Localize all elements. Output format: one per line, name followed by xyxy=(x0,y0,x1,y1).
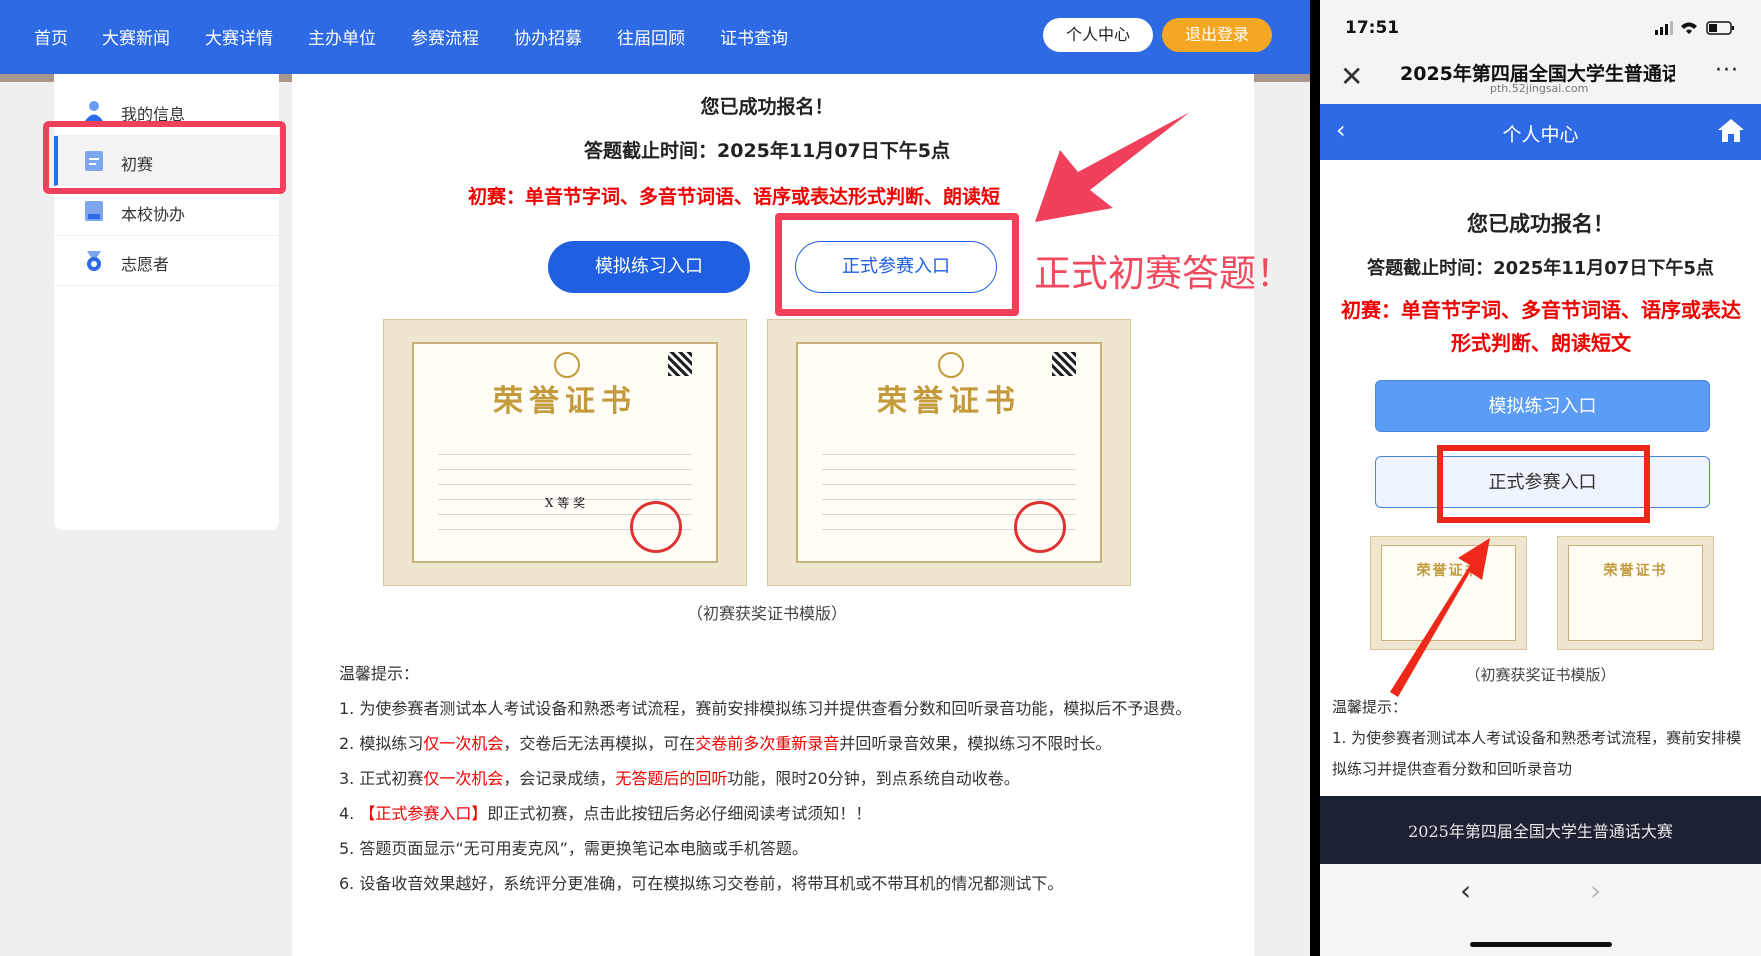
mobile-footer-text: 2025年第四届全国大学生普通话大赛 xyxy=(1408,822,1673,841)
practice-entry-button[interactable]: 模拟练习入口 xyxy=(548,241,750,293)
browser-title-bar: ✕ 2025年第四届全国大学生普通话大 pth.52jingsai.com ··… xyxy=(1320,50,1761,104)
mobile-certificate-title: 荣誉证书 xyxy=(1603,563,1668,579)
mobile-practice-entry-button[interactable]: 模拟练习入口 xyxy=(1375,380,1710,432)
sidebar-item-label: 志愿者 xyxy=(121,255,170,274)
mobile-highlight-box xyxy=(1437,445,1650,523)
nav-details[interactable]: 大赛详情 xyxy=(205,24,273,49)
mobile-tips: 温馨提示： 1. 为使参赛者测试本人考试设备和熟悉考试流程，赛前安排模拟练习并提… xyxy=(1332,692,1752,785)
tips-section: 温馨提示： 1. 为使参赛者测试本人考试设备和熟悉考试流程，赛前安排模拟练习并提… xyxy=(339,656,1209,901)
certificate-title: 荣誉证书 xyxy=(493,384,637,419)
tip-5: 5. 答题页面显示“无可用麦克风”，需更换笔记本电脑或手机答题。 xyxy=(339,839,808,858)
qr-code-icon xyxy=(668,352,692,376)
nav-organizer[interactable]: 主办单位 xyxy=(308,24,376,49)
mobile-scope-text: 初赛：单音节字词、多音节词语、语序或表达形式判断、朗读短文 xyxy=(1341,298,1741,355)
school-icon xyxy=(85,201,103,221)
browser-bottom-bar: ‹ › xyxy=(1320,864,1761,956)
certificate-sample: 荣誉证书 xyxy=(767,319,1131,586)
seal-icon xyxy=(630,501,682,553)
mobile-header: ‹ 个人中心 xyxy=(1320,104,1761,160)
certificate-title: 荣誉证书 xyxy=(877,384,1021,419)
annotation-text: 正式初赛答题！ xyxy=(1034,252,1293,295)
mobile-body: 您已成功报名！ 答题截止时间：2025年11月07日下午5点 初赛：单音节字词、… xyxy=(1320,160,1761,796)
tip-3: 3. 正式初赛仅一次机会，会记录成绩，无答题后的回听功能，限时20分钟，到点系统… xyxy=(339,769,1020,788)
mobile-certificate-caption: （初赛获奖证书模版） xyxy=(1465,666,1616,684)
browser-domain: pth.52jingsai.com xyxy=(1490,82,1589,95)
mobile-screenshot: 17:51 ✕ 2025年第四届全国大学生普通话大 pth.52jingsai.… xyxy=(1320,0,1761,956)
tip-6: 6. 设备收音效果越好，系统评分更准确，可在模拟练习交卷前，将带耳机或不带耳机的… xyxy=(339,874,1064,893)
personal-center-button[interactable]: 个人中心 xyxy=(1043,18,1153,52)
browser-forward-icon[interactable]: › xyxy=(1590,874,1601,907)
emblem-icon xyxy=(938,352,964,378)
qr-code-icon xyxy=(1052,352,1076,376)
mobile-certificate-sample: 荣誉证书 xyxy=(1557,536,1714,650)
seal-icon xyxy=(1014,501,1066,553)
home-indicator xyxy=(1470,942,1612,947)
mobile-certificate-title: 荣誉证书 xyxy=(1416,563,1481,579)
signal-wifi-battery-icon xyxy=(1655,21,1734,35)
status-time: 17:51 xyxy=(1345,18,1400,38)
sidebar-item-volunteer[interactable]: 志愿者 xyxy=(54,236,279,286)
mobile-page-title: 您已成功报名！ xyxy=(1467,212,1614,236)
tips-title: 温馨提示： xyxy=(339,664,420,683)
mobile-footer: 2025年第四届全国大学生普通话大赛 xyxy=(1320,796,1761,864)
mobile-header-title: 个人中心 xyxy=(1502,124,1579,146)
mobile-tips-title: 温馨提示： xyxy=(1332,698,1408,716)
mobile-deadline-text: 答题截止时间：2025年11月07日下午5点 xyxy=(1367,258,1714,279)
page-title: 您已成功报名！ xyxy=(700,96,834,118)
nav-review[interactable]: 往届回顾 xyxy=(617,24,685,49)
deadline-text: 答题截止时间：2025年11月07日下午5点 xyxy=(584,140,950,162)
close-icon[interactable]: ✕ xyxy=(1340,60,1363,93)
desktop-screenshot: 首页 大赛新闻 大赛详情 主办单位 参赛流程 协办招募 往届回顾 证书查询 个人… xyxy=(0,0,1310,956)
logout-button[interactable]: 退出登录 xyxy=(1162,18,1272,52)
nav-home[interactable]: 首页 xyxy=(34,24,68,49)
user-icon xyxy=(85,101,103,121)
status-bar: 17:51 xyxy=(1320,0,1761,50)
more-icon[interactable]: ··· xyxy=(1715,58,1739,83)
scope-text: 初赛：单音节字词、多音节词语、语序或表达形式判断、朗读短 xyxy=(468,186,1001,208)
nav-news[interactable]: 大赛新闻 xyxy=(102,24,170,49)
main-content: 您已成功报名！ 答题截止时间：2025年11月07日下午5点 初赛：单音节字词、… xyxy=(292,74,1254,956)
nav-co-organizer[interactable]: 协办招募 xyxy=(514,24,582,49)
tip-4: 4. 【正式参赛入口】即正式初赛，点击此按钮后务必仔细阅读考试须知！！ xyxy=(339,804,872,823)
highlight-box-preliminary xyxy=(43,121,286,194)
medal-icon xyxy=(87,251,101,271)
tip-1: 1. 为使参赛者测试本人考试设备和熟悉考试流程，赛前安排模拟练习并提供查看分数和… xyxy=(339,699,1192,718)
home-icon[interactable] xyxy=(1717,117,1745,143)
mobile-certificate-sample: 荣誉证书 xyxy=(1370,536,1527,650)
sidebar-item-label: 本校协办 xyxy=(121,205,186,224)
mobile-tip-1: 1. 为使参赛者测试本人考试设备和熟悉考试流程，赛前安排模拟练习并提供查看分数和… xyxy=(1332,729,1742,778)
certificate-caption: （初赛获奖证书模版） xyxy=(686,604,847,623)
nav-process[interactable]: 参赛流程 xyxy=(411,24,479,49)
nav-certificate[interactable]: 证书查询 xyxy=(720,24,788,49)
tip-2: 2. 模拟练习仅一次机会，交卷后无法再模拟，可在交卷前多次重新录音并回听录音效果… xyxy=(339,734,1112,753)
certificate-sample: 荣誉证书 X 等 奖 xyxy=(383,319,747,586)
highlight-box-formal-entry xyxy=(775,213,1019,316)
emblem-icon xyxy=(554,352,580,378)
top-navigation: 首页 大赛新闻 大赛详情 主办单位 参赛流程 协办招募 往届回顾 证书查询 个人… xyxy=(0,0,1310,74)
browser-back-icon[interactable]: ‹ xyxy=(1460,874,1471,907)
divider xyxy=(1310,0,1320,956)
